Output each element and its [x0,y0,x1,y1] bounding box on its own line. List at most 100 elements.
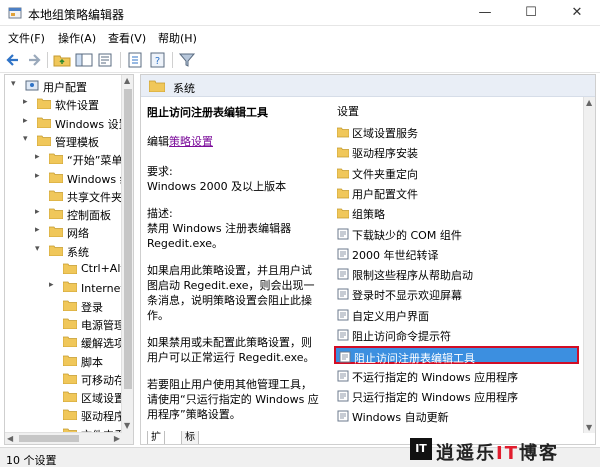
tree-item-label: Windows 设置 [55,117,130,131]
policy-setting-row[interactable]: 阻止访问命令提示符 [334,326,579,344]
tree-item[interactable]: ▸Windows 组件 [5,169,133,187]
tab-extended[interactable]: 扩展 [147,431,165,444]
folder-icon [49,153,63,165]
collapsed-arrow-icon[interactable]: ▸ [35,207,45,217]
tree-item[interactable]: ▾ 系统 [5,242,133,260]
policy-setting-row[interactable]: 登录时不显示欢迎屏幕 [334,285,579,303]
policy-setting-row[interactable]: 2000 年世纪转译 [334,245,579,263]
folder-icon [63,355,77,366]
collapsed-arrow-icon[interactable]: ▸ [35,171,45,181]
menu-file[interactable]: 文件(F) [8,30,45,46]
policy-setting-row[interactable]: 限制这些程序从帮助启动 [334,265,579,283]
properties-icon[interactable] [96,51,116,69]
policy-setting-row[interactable]: 不运行指定的 Windows 应用程序 [334,367,579,385]
tree-item[interactable]: ▸ 控制面板 [5,205,133,223]
tree-item-label: “开始”菜单 [67,154,123,168]
export-list-icon[interactable] [126,51,146,69]
tree-item[interactable]: ▸Internet 通信 [5,278,133,296]
menu-action[interactable]: 操作(A) [58,30,96,46]
enabled-explanation: 如果启用此策略设置，并且用户试图启动 Regedit.exe，则会出现一条消息，… [147,264,315,322]
minimize-button[interactable]: — [462,0,508,26]
collapsed-arrow-icon[interactable]: ▸ [23,116,33,126]
tab-standard[interactable]: 标准 [181,431,199,444]
tree-item[interactable]: ▸ “开始”菜单 [5,150,133,168]
tree-scroll-thumb[interactable] [124,89,132,389]
scroll-down-arrow-icon[interactable]: ▼ [124,421,130,430]
tree-hscroll-thumb[interactable] [19,435,79,442]
tree-item[interactable]: 电源管理 [5,315,133,333]
folder-icon [63,336,77,348]
tree-vertical-scrollbar[interactable]: ▲ ▼ [121,75,133,444]
settings-folder-row[interactable]: 区域设置服务 [334,123,579,141]
setting-label: 组策略 [352,208,385,222]
scroll-up-arrow-icon[interactable]: ▲ [586,98,592,107]
collapsed-arrow-icon[interactable]: ▸ [49,280,59,290]
maximize-button[interactable]: ☐ [508,0,554,26]
svg-text:?: ? [155,56,160,67]
filter-icon[interactable] [177,51,197,69]
scroll-left-arrow-icon[interactable]: ◀ [7,434,13,443]
tree-item[interactable]: ▾ 管理模板 [5,132,133,150]
setting-label: Windows 自动更新 [352,411,449,425]
folder-icon [63,300,77,311]
menu-view[interactable]: 查看(V) [108,30,146,46]
expanded-arrow-icon[interactable]: ▾ [11,79,21,89]
folder-icon [63,391,77,403]
details-vertical-scrollbar[interactable]: ▲ ▼ [583,97,595,433]
expanded-arrow-icon[interactable]: ▾ [23,134,33,144]
folder-icon [37,98,51,110]
tree-item-label: 脚本 [81,355,103,369]
tree-item[interactable]: ▸ 软件设置 [5,95,133,113]
tree-item[interactable]: ▸ 网络 [5,223,133,241]
collapsed-arrow-icon[interactable]: ▸ [35,225,45,235]
tree-item[interactable]: ▾ 用户配置 [5,77,133,95]
tree-item[interactable]: ▸ Windows 设置 [5,114,133,132]
edit-policy-line: 编辑策略设置 [147,134,322,149]
menu-help[interactable]: 帮助(H) [158,30,197,46]
watermark-logo: IT 逍遥乐IT博客 [410,438,590,464]
policy-setting-row[interactable]: 自定义用户界面 [334,306,579,324]
collapsed-arrow-icon[interactable]: ▸ [23,97,33,107]
expanded-arrow-icon[interactable]: ▾ [35,244,45,254]
back-arrow-icon[interactable] [4,51,24,69]
setting-label: 阻止访问命令提示符 [352,330,451,343]
scroll-down-arrow-icon[interactable]: ▼ [586,423,592,432]
group-policy-app-icon [8,7,22,19]
policy-setting-row[interactable]: 阻止访问注册表编辑工具 [334,346,579,365]
policy-setting-icon [337,370,349,382]
scroll-right-arrow-icon[interactable]: ▶ [114,434,120,443]
up-folder-icon[interactable] [52,51,72,69]
folder-icon [63,263,77,274]
folder-icon [49,190,63,201]
settings-folder-row[interactable]: 组策略 [334,204,579,222]
show-tree-icon[interactable] [74,51,94,69]
forward-arrow-icon[interactable] [24,51,44,69]
collapsed-arrow-icon[interactable]: ▸ [35,152,45,162]
tree-item[interactable]: 共享文件夹 [5,187,133,205]
policy-setting-icon [337,410,349,422]
tree-item[interactable]: 驱动程序 [5,406,133,424]
tree-item[interactable]: 脚本 [5,352,133,370]
settings-column-header[interactable]: 设置 [337,103,359,119]
edit-policy-link[interactable]: 策略设置 [169,135,213,148]
tree-item[interactable]: 缓解选项 [5,333,133,351]
policy-setting-icon [337,390,349,402]
policy-setting-row[interactable]: Windows 自动更新 [334,407,579,425]
close-button[interactable]: ✕ [554,0,600,26]
tree-item-label: 管理模板 [55,135,99,149]
tree-item[interactable]: 区域设置 [5,388,133,406]
settings-folder-row[interactable]: 驱动程序安装 [334,143,579,161]
edit-prefix: 编辑 [147,135,169,148]
policy-setting-row[interactable]: 下载缺少的 COM 组件 [334,225,579,243]
tree-horizontal-scrollbar[interactable]: ◀ ▶ [5,432,122,444]
settings-folder-row[interactable]: 用户配置文件 [334,184,579,202]
settings-folder-row[interactable]: 文件夹重定向 [334,164,579,182]
tree-item[interactable]: 登录 [5,297,133,315]
setting-label: 驱动程序安装 [352,147,418,161]
scroll-up-arrow-icon[interactable]: ▲ [124,76,130,85]
help-icon[interactable]: ? [148,51,168,69]
folder-icon [337,147,349,158]
tree-item[interactable]: Ctrl+Alt+Del [5,260,133,278]
tree-item[interactable]: 可移动存储 [5,370,133,388]
policy-setting-row[interactable]: 只运行指定的 Windows 应用程序 [334,387,579,405]
